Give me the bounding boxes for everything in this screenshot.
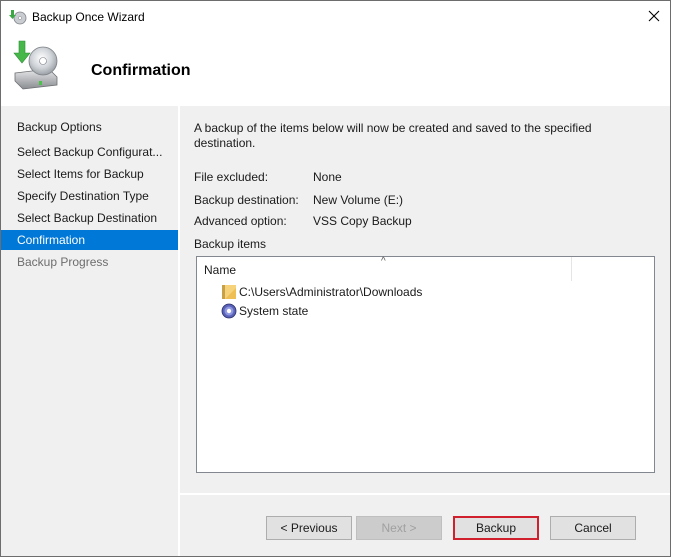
wizard-window: Backup Once Wizard Confirmation Backup O… — [0, 0, 671, 557]
nav-step-select-backup-configuration[interactable]: Select Backup Configurat... — [1, 142, 178, 162]
advanced-option-label: Advanced option: — [194, 214, 287, 228]
backup-destination-value: New Volume (E:) — [313, 193, 404, 207]
sort-ascending-icon: ^ — [381, 256, 386, 267]
previous-button[interactable]: < Previous — [266, 516, 352, 540]
list-item[interactable]: System state — [221, 302, 308, 320]
nav-step-backup-destination[interactable]: Select Backup Destination — [1, 208, 178, 228]
nav-step-select-items[interactable]: Select Items for Backup — [1, 164, 178, 184]
cancel-button[interactable]: Cancel — [550, 516, 636, 540]
nav-step-backup-progress: Backup Progress — [17, 255, 109, 269]
nav-step-destination-type[interactable]: Specify Destination Type — [1, 186, 178, 206]
backup-destination-label: Backup destination: — [194, 193, 299, 207]
backup-drive-disc-icon — [9, 37, 65, 93]
column-header-name[interactable]: Name — [204, 263, 236, 277]
column-separator[interactable] — [571, 257, 572, 281]
list-item[interactable]: C:\Users\Administrator\Downloads — [221, 283, 422, 301]
intro-text: A backup of the items below will now be … — [194, 121, 592, 150]
window-title: Backup Once Wizard — [32, 10, 145, 24]
advanced-option-value: VSS Copy Backup — [313, 214, 412, 228]
system-state-icon — [221, 303, 237, 319]
page-title: Confirmation — [91, 62, 191, 79]
backup-wizard-icon — [9, 9, 27, 25]
backup-items-label: Backup items — [194, 237, 267, 251]
list-item-name: System state — [239, 304, 309, 318]
wizard-footer: < Previous Next > Backup Cancel — [180, 495, 670, 556]
nav-step-backup-options[interactable]: Backup Options — [1, 117, 178, 137]
file-excluded-value: None — [313, 170, 342, 184]
wizard-header: Confirmation — [1, 33, 670, 106]
background-edge — [671, 0, 675, 560]
next-button: Next > — [356, 516, 442, 540]
close-icon — [648, 10, 660, 25]
wizard-steps-nav: Backup Options Select Backup Configurat.… — [1, 106, 178, 556]
list-header: Name ^ — [197, 256, 654, 281]
nav-step-confirmation[interactable]: Confirmation — [1, 230, 178, 250]
folder-icon — [221, 284, 237, 300]
file-excluded-label: File excluded: — [194, 170, 269, 184]
backup-items-list[interactable]: Name ^ C:\Users\Administrator\Downloads — [196, 256, 655, 473]
title-bar: Backup Once Wizard — [1, 1, 670, 33]
list-item-name: C:\Users\Administrator\Downloads — [239, 285, 423, 299]
backup-button[interactable]: Backup — [453, 516, 539, 540]
confirmation-panel: A backup of the items below will now be … — [180, 106, 670, 493]
close-button[interactable] — [638, 1, 670, 33]
